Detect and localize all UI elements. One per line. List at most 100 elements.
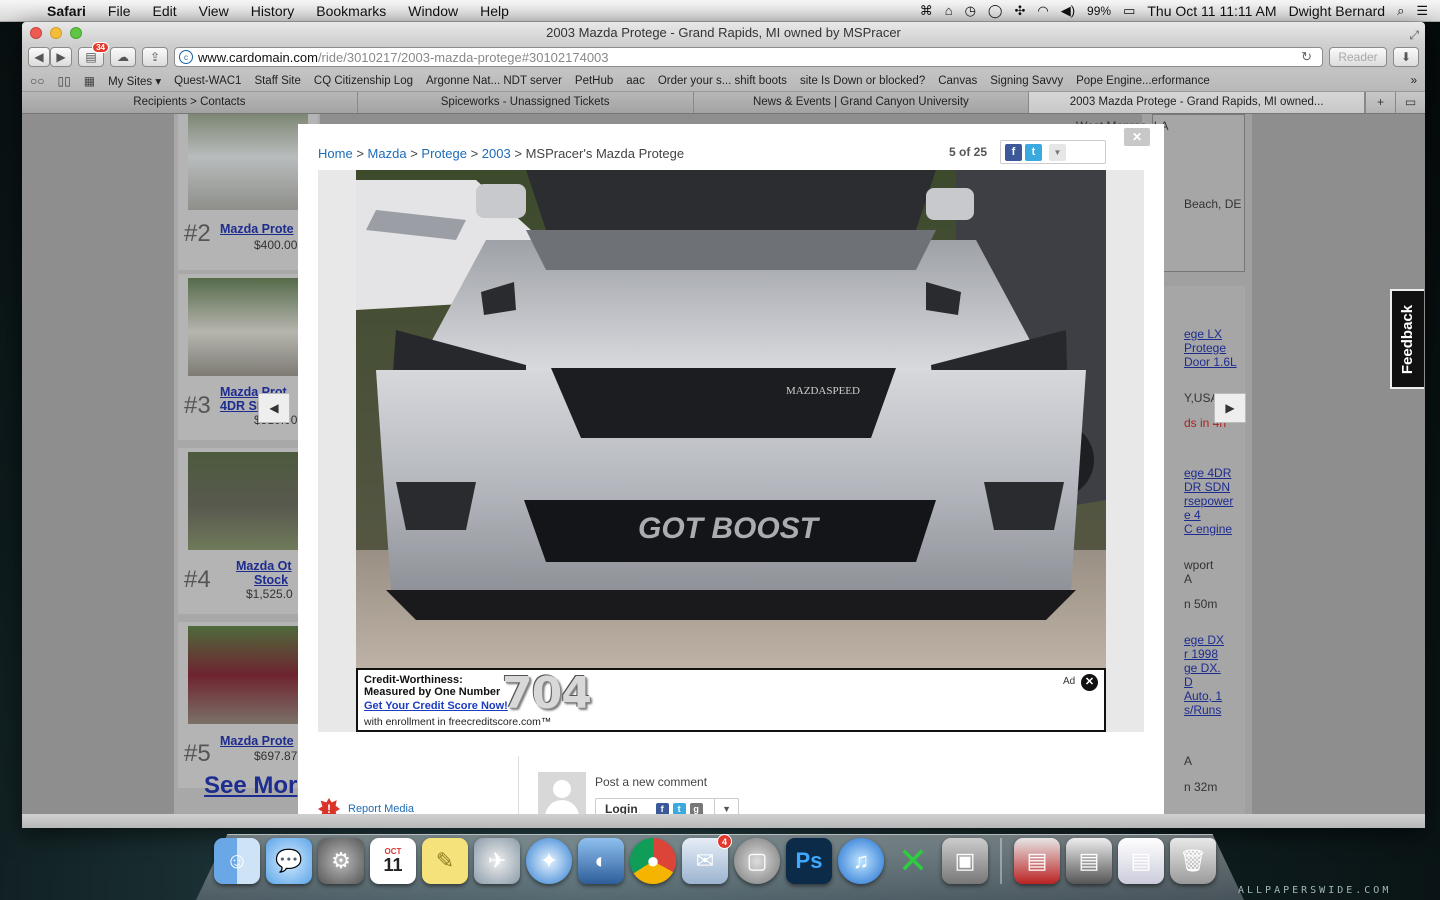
menu-app-name[interactable]: Safari bbox=[36, 3, 97, 19]
breadcrumb-model[interactable]: Protege bbox=[421, 146, 467, 161]
listing-title[interactable]: Mazda Ot bbox=[236, 559, 292, 573]
share-button[interactable]: ⇪ bbox=[142, 47, 168, 67]
sidebar-link[interactable]: e 4 bbox=[1184, 508, 1201, 522]
facebook-share-icon[interactable]: f bbox=[1005, 143, 1022, 161]
menu-bookmarks[interactable]: Bookmarks bbox=[305, 3, 397, 19]
bookmark-item[interactable]: Signing Savvy bbox=[990, 75, 1063, 87]
menu-window[interactable]: Window bbox=[397, 3, 469, 19]
list-item[interactable]: #3 Mazda Prot 4DR SDN D $510.00 bbox=[178, 274, 318, 440]
ad-cta-link[interactable]: Get Your Credit Score Now! bbox=[364, 700, 508, 712]
previous-photo-button[interactable]: ◀ bbox=[258, 393, 290, 423]
listing-title[interactable]: Mazda Prote bbox=[220, 734, 294, 748]
finder-icon[interactable]: ☺ bbox=[214, 838, 260, 884]
breadcrumb-home[interactable]: Home bbox=[318, 146, 353, 161]
sidebar-link[interactable]: Door 1.6L bbox=[1184, 355, 1237, 369]
download-3-icon[interactable]: ▤ bbox=[1118, 838, 1164, 884]
bookmark-item[interactable]: Pope Engine...erformance bbox=[1076, 75, 1210, 87]
sidebar-link[interactable]: r 1998 bbox=[1184, 647, 1218, 661]
photoshop-icon[interactable]: Ps bbox=[786, 838, 832, 884]
bookmark-item[interactable]: site Is Down or blocked? bbox=[800, 75, 925, 87]
bookmark-item[interactable]: PetHub bbox=[575, 75, 613, 87]
preview-icon[interactable]: ◐ bbox=[578, 838, 624, 884]
sidebar-link[interactable]: ege 4DR bbox=[1184, 466, 1231, 480]
sidebar-link[interactable]: DR SDN bbox=[1184, 480, 1230, 494]
see-more-link[interactable]: See Mor bbox=[204, 772, 297, 800]
tab-mazda-protege[interactable]: 2003 Mazda Protege - Grand Rapids, MI ow… bbox=[1029, 92, 1365, 113]
menu-view[interactable]: View bbox=[188, 3, 240, 19]
list-item[interactable]: #4 Mazda Ot Stock $1,525.0 bbox=[178, 448, 318, 614]
menu-help[interactable]: Help bbox=[469, 3, 520, 19]
bookmarks-book-icon[interactable]: ▯▯ bbox=[58, 74, 71, 88]
sidebar-link[interactable]: ge DX. bbox=[1184, 661, 1221, 675]
twitter-share-icon[interactable]: t bbox=[1025, 143, 1042, 161]
icloud-tabs-button[interactable]: ☁ bbox=[110, 47, 136, 67]
forward-button[interactable]: ▶ bbox=[50, 47, 72, 67]
excel-icon[interactable]: ✕ bbox=[890, 838, 936, 884]
wifi-icon[interactable]: ◠ bbox=[1037, 3, 1048, 19]
list-item[interactable]: #2 Mazda Prote $400.00 bbox=[178, 114, 318, 270]
top-sites-grid-icon[interactable]: ▦ bbox=[84, 74, 95, 88]
spotlight-search-icon[interactable]: ⌕ bbox=[1397, 3, 1404, 19]
time-machine-icon[interactable]: ◷ bbox=[965, 3, 976, 19]
bookmark-item[interactable]: CQ Citizenship Log bbox=[314, 75, 413, 87]
sidebar-link[interactable]: Auto, 1 bbox=[1184, 689, 1222, 703]
sidebar-link[interactable]: ege LX bbox=[1184, 327, 1222, 341]
calendar-icon[interactable]: OCT 11 bbox=[370, 838, 416, 884]
itunes-icon[interactable]: ♫ bbox=[838, 838, 884, 884]
stickies-icon[interactable]: ✎ bbox=[422, 838, 468, 884]
tab-overview-icon[interactable]: ▭ bbox=[1395, 92, 1425, 113]
menu-file[interactable]: File bbox=[97, 3, 142, 19]
screen-sharing-icon[interactable]: ▣ bbox=[942, 838, 988, 884]
back-button[interactable]: ◀ bbox=[28, 47, 50, 67]
tab-recipients-contacts[interactable]: Recipients > Contacts bbox=[22, 92, 358, 113]
car-photo[interactable]: MAZDASPEED GOT BOOST bbox=[356, 170, 1106, 668]
volume-icon[interactable]: ◀) bbox=[1061, 3, 1075, 19]
feedback-tab[interactable]: Feedback bbox=[1390, 289, 1424, 389]
menu-user-name[interactable]: Dwight Bernard bbox=[1289, 3, 1386, 19]
chrome-icon[interactable]: ● bbox=[630, 838, 676, 884]
reading-list-button[interactable]: ▤ 34 bbox=[78, 42, 109, 67]
bookmark-item[interactable]: Order your s... shift boots bbox=[658, 75, 787, 87]
listing-thumbnail[interactable] bbox=[188, 114, 308, 210]
listing-title-line2[interactable]: Stock bbox=[254, 573, 288, 587]
ad-close-icon[interactable]: ✕ bbox=[1081, 674, 1098, 691]
zoom-window-button[interactable] bbox=[70, 27, 82, 39]
download-1-icon[interactable]: ▤ bbox=[1014, 838, 1060, 884]
bookmark-item[interactable]: My Sites ▾ bbox=[108, 74, 161, 88]
bookmark-item[interactable]: Staff Site bbox=[254, 75, 300, 87]
minimize-window-button[interactable] bbox=[50, 27, 62, 39]
next-photo-button[interactable]: ▶ bbox=[1214, 393, 1246, 423]
sidebar-link[interactable]: Protege bbox=[1184, 341, 1226, 355]
listing-thumbnail[interactable] bbox=[188, 452, 308, 550]
sidebar-link[interactable]: rsepower bbox=[1184, 494, 1233, 508]
bookmark-item[interactable]: Canvas bbox=[938, 75, 977, 87]
sidebar-link[interactable]: ege DX bbox=[1184, 633, 1224, 647]
menu-edit[interactable]: Edit bbox=[141, 3, 187, 19]
reader-button[interactable]: Reader bbox=[1329, 47, 1387, 67]
sidebar-link[interactable]: C engine bbox=[1184, 522, 1232, 536]
list-item[interactable]: #5 Mazda Prote $697.87 bbox=[178, 622, 318, 788]
listing-thumbnail[interactable] bbox=[188, 278, 308, 376]
listing-title[interactable]: Mazda Prote bbox=[220, 222, 294, 236]
system-preferences-icon[interactable]: ⚙ bbox=[318, 838, 364, 884]
fullscreen-icon[interactable]: ⤢ bbox=[1409, 24, 1419, 46]
credit-score-ad[interactable]: Credit-Worthiness: Measured by One Numbe… bbox=[356, 668, 1106, 732]
bookmark-item[interactable]: aac bbox=[626, 75, 645, 87]
breadcrumb-year[interactable]: 2003 bbox=[482, 146, 511, 161]
new-tab-button[interactable]: + bbox=[1365, 92, 1395, 113]
home-icon[interactable]: ⌂ bbox=[945, 3, 953, 18]
safari-icon[interactable]: ✦ bbox=[526, 838, 572, 884]
messages-icon[interactable]: 💬 bbox=[266, 838, 312, 884]
share-dropdown-icon[interactable]: ▼ bbox=[1049, 143, 1066, 161]
tab-spiceworks[interactable]: Spiceworks - Unassigned Tickets bbox=[357, 92, 694, 113]
notification-center-icon[interactable]: ☰ bbox=[1416, 3, 1428, 19]
hotkey-icon[interactable]: ⌘ bbox=[920, 3, 933, 19]
reload-icon[interactable]: ↻ bbox=[1301, 49, 1312, 65]
menu-clock[interactable]: Thu Oct 11 11:11 AM bbox=[1147, 3, 1276, 19]
close-lightbox-button[interactable]: ✕ bbox=[1124, 128, 1150, 146]
mail-icon[interactable]: ✉ 4 bbox=[682, 834, 732, 884]
close-window-button[interactable] bbox=[30, 27, 42, 39]
mouse-icon[interactable]: ▢ bbox=[734, 838, 780, 884]
download-2-icon[interactable]: ▤ bbox=[1066, 838, 1112, 884]
battery-icon[interactable]: ▭ bbox=[1123, 3, 1135, 19]
